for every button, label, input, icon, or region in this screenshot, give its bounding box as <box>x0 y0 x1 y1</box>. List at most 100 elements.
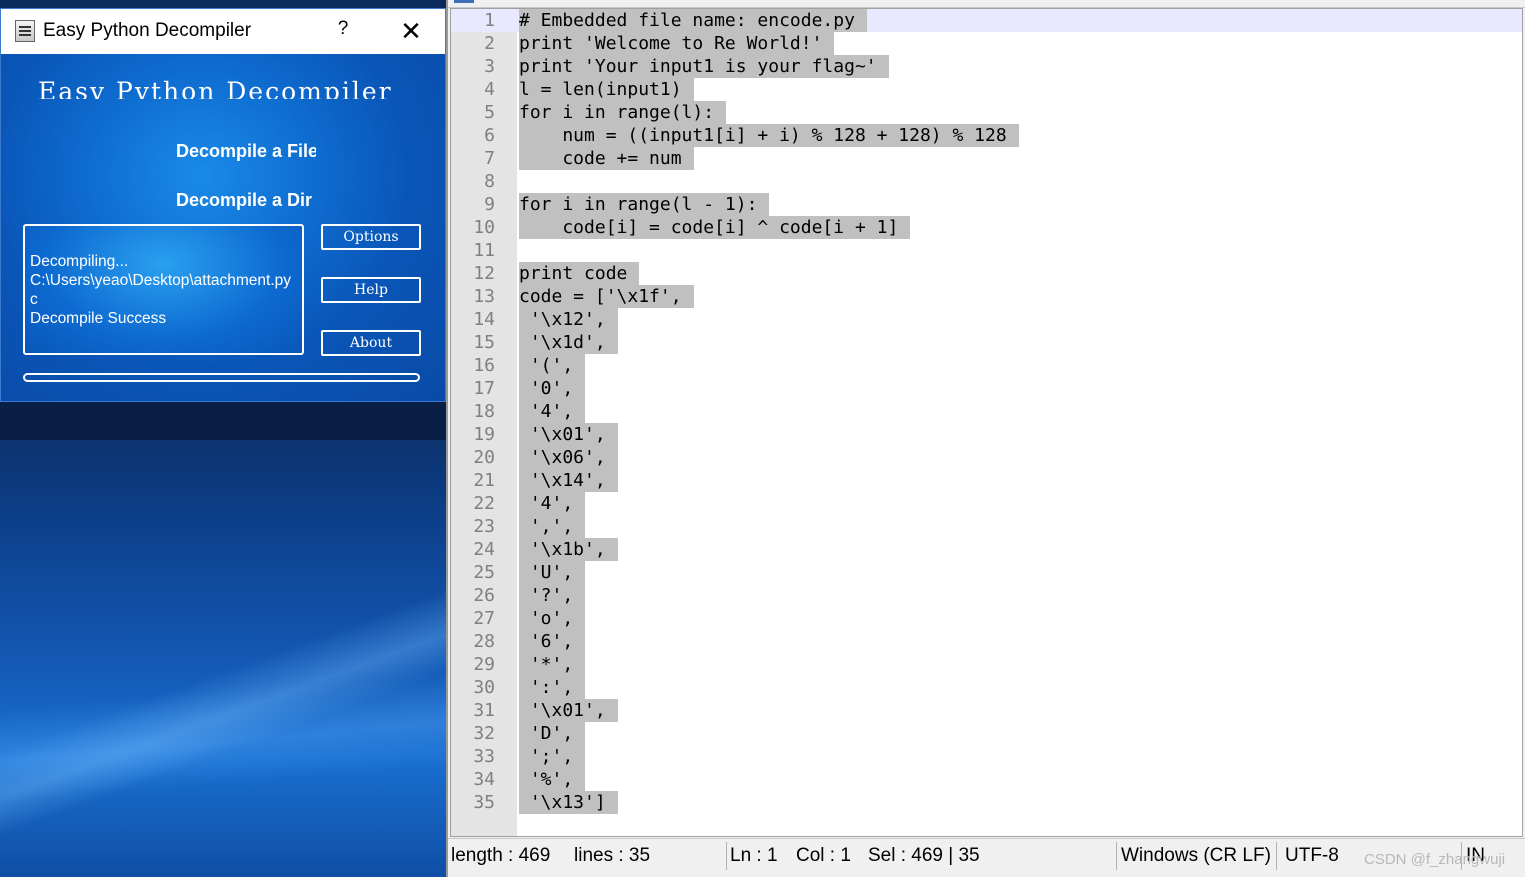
line-number: 1 <box>484 10 495 31</box>
line-number: 19 <box>473 424 495 445</box>
code-text: '0', <box>519 377 586 400</box>
code-line[interactable]: 22 '4', <box>451 492 1522 515</box>
line-number: 29 <box>473 654 495 675</box>
code-text: code[i] = code[i] ^ code[i + 1] <box>519 216 911 239</box>
line-number: 34 <box>473 769 495 790</box>
status-eol[interactable]: Windows (CR LF) <box>1121 845 1271 867</box>
about-button[interactable]: About <box>321 330 421 356</box>
decompile-dir-link[interactable]: Decompile a Dir <box>176 190 316 211</box>
code-line[interactable]: 30 ':', <box>451 676 1522 699</box>
status-ln: Ln : 1 <box>730 845 778 866</box>
code-line[interactable]: 35 '\x13'] <box>451 791 1522 814</box>
code-line[interactable]: 29 '*', <box>451 653 1522 676</box>
code-line[interactable]: 19 '\x01', <box>451 423 1522 446</box>
code-text: 'U', <box>519 561 586 584</box>
line-number: 11 <box>473 240 495 261</box>
line-number: 32 <box>473 723 495 744</box>
line-number: 27 <box>473 608 495 629</box>
window-title: Easy Python Decompiler <box>43 20 252 41</box>
line-number: 7 <box>484 148 495 169</box>
code-line[interactable]: 28 '6', <box>451 630 1522 653</box>
code-line[interactable]: 31 '\x01', <box>451 699 1522 722</box>
line-number: 35 <box>473 792 495 813</box>
editor-window: 1 # Embedded file name: encode.py 2 print '… <box>446 0 1525 877</box>
code-line[interactable]: 10 code[i] = code[i] ^ code[i + 1] <box>451 216 1522 239</box>
editor-tab-strip <box>448 0 1525 8</box>
options-button[interactable]: Options <box>321 224 421 250</box>
code-line[interactable]: 3 print 'Your input1 is your flag~' <box>451 55 1522 78</box>
status-encoding[interactable]: UTF-8 <box>1285 845 1339 867</box>
code-text: '?', <box>519 584 586 607</box>
help-question-button[interactable]: ? <box>333 18 353 44</box>
desktop-wallpaper <box>0 400 450 877</box>
line-number: 28 <box>473 631 495 652</box>
code-line[interactable]: 34 '%', <box>451 768 1522 791</box>
line-number: 10 <box>473 217 495 238</box>
code-line[interactable]: 23 ',', <box>451 515 1522 538</box>
line-number: 17 <box>473 378 495 399</box>
code-line[interactable]: 32 'D', <box>451 722 1522 745</box>
line-number: 8 <box>484 171 495 192</box>
code-line[interactable]: 9 for i in range(l - 1): <box>451 193 1522 216</box>
code-line[interactable]: 4 l = len(input1) <box>451 78 1522 101</box>
code-line[interactable]: 15 '\x1d', <box>451 331 1522 354</box>
line-number: 23 <box>473 516 495 537</box>
status-divider <box>1276 842 1277 870</box>
decompile-file-link[interactable]: Decompile a File <box>176 141 316 162</box>
active-tab-marker[interactable] <box>454 0 474 3</box>
code-text: ',', <box>519 515 586 538</box>
code-line[interactable]: 20 '\x06', <box>451 446 1522 469</box>
code-text: for i in range(l - 1): <box>519 193 770 216</box>
code-line[interactable]: 17 '0', <box>451 377 1522 400</box>
code-line[interactable]: 16 '(', <box>451 354 1522 377</box>
status-sel: Sel : 469 | 35 <box>868 845 980 866</box>
line-number: 22 <box>473 493 495 514</box>
code-line[interactable]: 12 print code <box>451 262 1522 285</box>
status-bar: length : 469 lines : 35 Ln : 1 Col : 1 S… <box>448 838 1525 877</box>
banner-title: Easy Python Decompiler <box>38 77 393 99</box>
code-text: '\x12', <box>519 308 618 331</box>
code-line[interactable]: 1 # Embedded file name: encode.py <box>451 9 1522 32</box>
status-divider <box>1116 842 1117 870</box>
code-line[interactable]: 33 ';', <box>451 745 1522 768</box>
line-number: 4 <box>484 79 495 100</box>
code-line[interactable]: 6 num = ((input1[i] + i) % 128 + 128) % … <box>451 124 1522 147</box>
line-number: 14 <box>473 309 495 330</box>
status-col: Col : 1 <box>796 845 851 866</box>
code-line[interactable]: 7 code += num <box>451 147 1522 170</box>
status-divider <box>726 842 727 870</box>
code-line[interactable]: 25 'U', <box>451 561 1522 584</box>
code-text: '4', <box>519 492 586 515</box>
line-number: 9 <box>484 194 495 215</box>
code-text: '\x13'] <box>519 791 618 814</box>
line-number: 18 <box>473 401 495 422</box>
code-text: num = ((input1[i] + i) % 128 + 128) % 12… <box>519 124 1019 147</box>
line-number: 16 <box>473 355 495 376</box>
code-editor[interactable]: 1 # Embedded file name: encode.py 2 print '… <box>450 8 1523 837</box>
code-line[interactable]: 8 <box>451 170 1522 193</box>
help-button[interactable]: Help <box>321 277 421 303</box>
decompiler-titlebar[interactable]: Easy Python Decompiler ? ✕ <box>1 9 445 54</box>
code-line[interactable]: 5 for i in range(l): <box>451 101 1522 124</box>
log-line: Decompile Success <box>30 310 167 327</box>
code-line[interactable]: 21 '\x14', <box>451 469 1522 492</box>
code-line[interactable]: 11 <box>451 239 1522 262</box>
status-length: length : 469 <box>451 845 551 866</box>
code-line[interactable]: 27 'o', <box>451 607 1522 630</box>
line-number: 26 <box>473 585 495 606</box>
close-icon[interactable]: ✕ <box>397 17 425 45</box>
code-line[interactable]: 18 '4', <box>451 400 1522 423</box>
code-text: 'D', <box>519 722 586 745</box>
progress-bar <box>23 373 420 382</box>
line-number: 13 <box>473 286 495 307</box>
line-number: 15 <box>473 332 495 353</box>
code-line[interactable]: 14 '\x12', <box>451 308 1522 331</box>
status-lines: lines : 35 <box>574 845 651 866</box>
code-line[interactable]: 2 print 'Welcome to Re World!' <box>451 32 1522 55</box>
code-line[interactable]: 26 '?', <box>451 584 1522 607</box>
code-text: '\x06', <box>519 446 618 469</box>
line-number: 3 <box>484 56 495 77</box>
code-line[interactable]: 24 '\x1b', <box>451 538 1522 561</box>
code-line[interactable]: 13 code = ['\x1f', <box>451 285 1522 308</box>
code-text: '\x01', <box>519 423 618 446</box>
